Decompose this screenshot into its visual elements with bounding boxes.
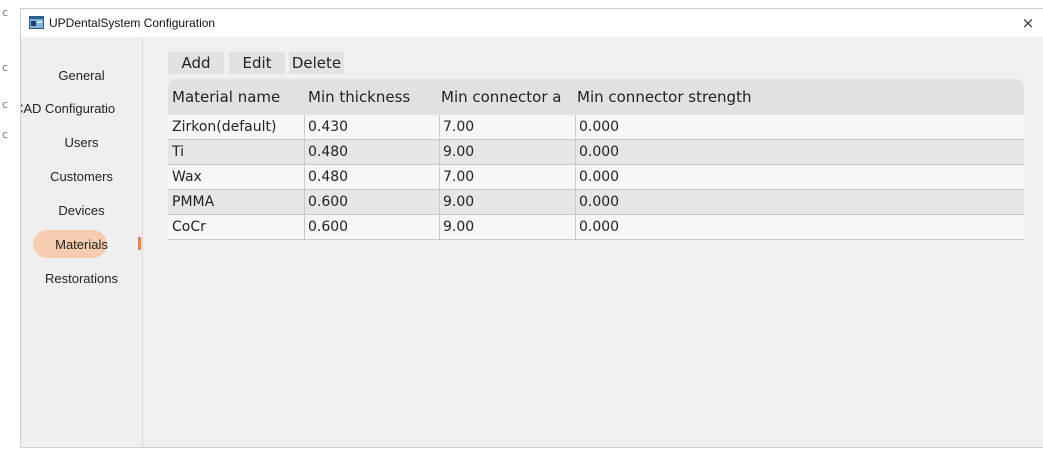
- sidebar-item-label: General: [58, 67, 105, 83]
- edge-fragment: c: [2, 61, 9, 74]
- sidebar-item-label: Devices: [58, 202, 105, 218]
- window-title: UPDentalSystem Configuration: [49, 16, 216, 30]
- cell-material-name: CoCr: [172, 219, 206, 235]
- cell-min-connector-area: 9.00: [443, 194, 475, 210]
- cell-min-connector-strength: 0.000: [579, 119, 620, 135]
- materials-table: Material name Min thickness Min connecto…: [168, 79, 1024, 245]
- cell-min-connector-strength: 0.000: [579, 169, 620, 185]
- column-header-min-connector-area[interactable]: Min connector a: [441, 88, 577, 106]
- cell-min-thickness: 0.480: [308, 144, 349, 160]
- cell-min-connector-strength: 0.000: [579, 219, 620, 235]
- delete-button[interactable]: Delete: [289, 52, 344, 74]
- table-row[interactable]: CoCr 0.600 9.00 0.000: [168, 215, 1024, 240]
- sidebar-item-general[interactable]: General: [21, 61, 142, 89]
- edge-fragment: c: [2, 128, 9, 141]
- close-button[interactable]: ×: [1013, 9, 1043, 37]
- column-header-min-thickness[interactable]: Min thickness: [308, 88, 436, 106]
- sidebar-item-label: CAD Configuratio: [21, 100, 116, 116]
- cell-material-name: Zirkon(default): [172, 119, 277, 135]
- sidebar-item-label: Users: [64, 134, 99, 150]
- edge-fragment: c: [2, 6, 9, 19]
- table-row[interactable]: Zirkon(default) 0.430 7.00 0.000: [168, 115, 1024, 140]
- cell-min-connector-strength: 0.000: [579, 194, 620, 210]
- sidebar-item-customers[interactable]: Customers: [21, 162, 142, 190]
- cell-min-connector-strength: 0.000: [579, 144, 620, 160]
- sidebar-item-label: Customers: [50, 168, 113, 184]
- active-indicator: [138, 237, 141, 250]
- table-row[interactable]: Ti 0.480 9.00 0.000: [168, 140, 1024, 165]
- cell-min-thickness: 0.480: [308, 169, 349, 185]
- table-header: Material name Min thickness Min connecto…: [168, 79, 1024, 115]
- sidebar-item-label: Materials: [55, 236, 108, 252]
- edit-button[interactable]: Edit: [229, 52, 285, 74]
- sidebar: General CAD Configuratio Users Customers…: [21, 37, 143, 447]
- sidebar-item-materials[interactable]: Materials: [21, 230, 142, 258]
- cell-material-name: Ti: [172, 144, 185, 160]
- sidebar-item-label: Restorations: [45, 270, 118, 286]
- cell-min-thickness: 0.600: [308, 219, 349, 235]
- cell-material-name: PMMA: [172, 194, 215, 210]
- sidebar-item-users[interactable]: Users: [21, 128, 142, 156]
- cell-min-connector-area: 9.00: [443, 219, 475, 235]
- configuration-window: UPDentalSystem Configuration × General C…: [20, 8, 1043, 448]
- table-row[interactable]: Wax 0.480 7.00 0.000: [168, 165, 1024, 190]
- title-bar[interactable]: UPDentalSystem Configuration ×: [21, 9, 1043, 37]
- sidebar-item-restorations[interactable]: Restorations: [21, 264, 142, 292]
- table-row[interactable]: PMMA 0.600 9.00 0.000: [168, 190, 1024, 215]
- cell-min-thickness: 0.430: [308, 119, 349, 135]
- close-icon: ×: [1021, 14, 1035, 32]
- app-icon: [29, 16, 44, 29]
- add-button[interactable]: Add: [168, 52, 224, 74]
- edge-fragment: c: [2, 98, 9, 111]
- column-header-material-name[interactable]: Material name: [172, 88, 300, 106]
- sidebar-item-cad-configuration[interactable]: CAD Configuratio: [21, 94, 142, 122]
- cell-min-connector-area: 7.00: [443, 119, 475, 135]
- cell-min-thickness: 0.600: [308, 194, 349, 210]
- sidebar-item-devices[interactable]: Devices: [21, 196, 142, 224]
- column-header-min-connector-strength[interactable]: Min connector strength: [577, 88, 877, 106]
- cell-min-connector-area: 9.00: [443, 144, 475, 160]
- cell-material-name: Wax: [172, 169, 202, 185]
- cell-min-connector-area: 7.00: [443, 169, 475, 185]
